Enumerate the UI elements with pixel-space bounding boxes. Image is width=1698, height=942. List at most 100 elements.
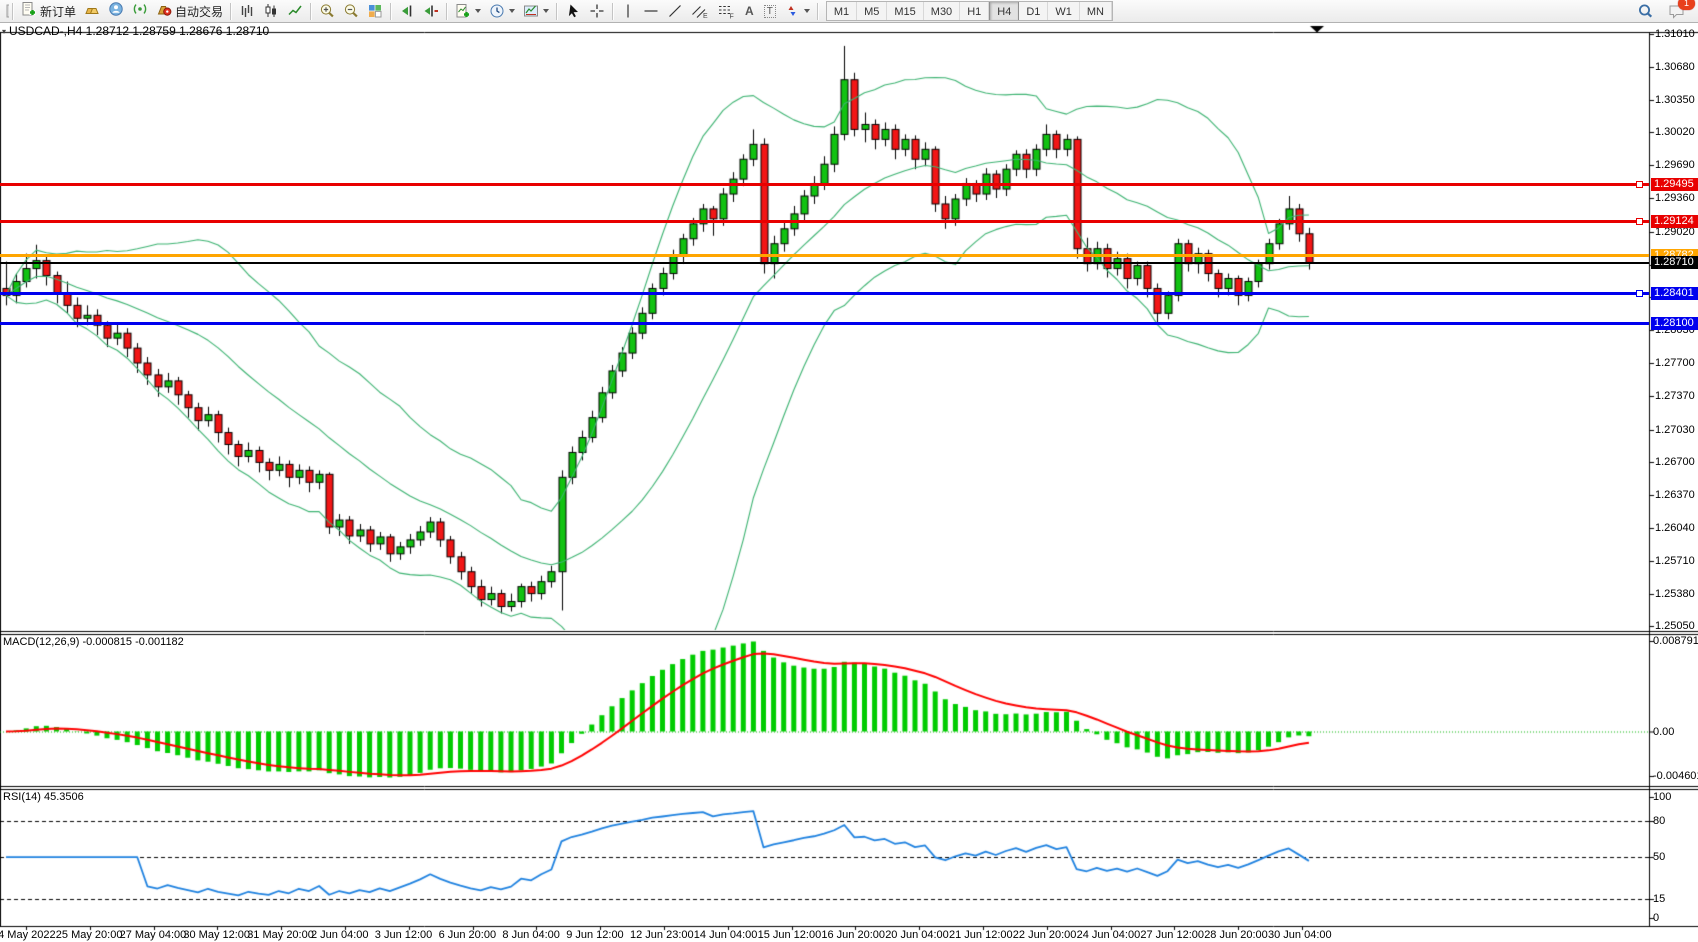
autotrading-label: 自动交易 — [175, 3, 223, 20]
time-axis-label: 6 Jun 20:00 — [439, 929, 497, 941]
auto-scroll-icon — [399, 3, 415, 19]
bar-chart-button[interactable] — [235, 0, 259, 22]
timeframe-H4[interactable]: H4 — [989, 2, 1019, 20]
trendline-tool[interactable] — [663, 0, 687, 22]
time-axis-label: 31 May 20:00 — [247, 929, 314, 941]
text-tool[interactable]: A — [739, 0, 760, 22]
time-axis-label: 20 Jun 04:00 — [885, 929, 949, 941]
equidistant-channel-icon: E — [691, 3, 709, 19]
price-level-badge: 1.28100 — [1651, 317, 1698, 330]
horizontal-line-tool[interactable] — [639, 0, 663, 22]
price-level-line-1.28710[interactable] — [0, 262, 1649, 264]
line-handle[interactable] — [1636, 218, 1643, 225]
crosshair-tool-button[interactable] — [585, 0, 609, 22]
channel-tool[interactable]: E — [687, 0, 713, 22]
separator — [446, 3, 448, 20]
time-axis-label: 22 Jun 20:00 — [1013, 929, 1077, 941]
svg-text:F: F — [730, 14, 734, 20]
zoom-in-button[interactable] — [315, 0, 339, 22]
vertical-line-icon — [621, 3, 635, 19]
search-icon — [1637, 3, 1654, 20]
price-level-line-1.29495[interactable] — [0, 183, 1649, 186]
timeframe-M15[interactable]: M15 — [887, 2, 923, 20]
notification-badge: 1 — [1678, 0, 1695, 10]
indicators-button[interactable] — [451, 0, 485, 22]
price-tick-label: 1.26370 — [1655, 489, 1695, 501]
indicators-icon — [455, 3, 471, 19]
separator — [12, 3, 14, 20]
price-tick-label: 1.25710 — [1655, 555, 1695, 567]
line-chart-button[interactable] — [283, 0, 307, 22]
timeframe-M1[interactable]: M1 — [827, 2, 857, 20]
line-chart-icon — [287, 3, 303, 19]
auto-scroll-button[interactable] — [395, 0, 419, 22]
periods-button[interactable] — [485, 0, 519, 22]
market-button[interactable] — [80, 0, 104, 22]
autotrading-button[interactable]: 自动交易 — [152, 0, 227, 22]
time-axis-label: 15 Jun 12:00 — [758, 929, 822, 941]
price-level-line-1.28401[interactable] — [0, 292, 1649, 295]
price-tick-label: 1.30680 — [1655, 61, 1695, 73]
notifications-button[interactable]: 1 — [1664, 0, 1690, 22]
chart-canvas[interactable] — [0, 0, 1698, 942]
time-axis-label: 16 Jun 20:00 — [821, 929, 885, 941]
zoom-out-button[interactable] — [339, 0, 363, 22]
price-tick-label: 1.25380 — [1655, 588, 1695, 600]
timeframe-MN[interactable]: MN — [1080, 2, 1112, 20]
signals-button[interactable] — [128, 0, 152, 22]
line-handle[interactable] — [1636, 290, 1643, 297]
line-handle[interactable] — [1636, 181, 1643, 188]
candlestick-chart-button[interactable] — [259, 0, 283, 22]
timeframe-D1[interactable]: D1 — [1019, 2, 1048, 20]
main-toolbar: 新订单 自动交易 E F A — [0, 0, 1698, 23]
time-axis-label: 24 May 2022 — [0, 929, 56, 941]
timeframe-W1[interactable]: W1 — [1048, 2, 1080, 20]
price-tick-label: 1.25050 — [1655, 620, 1695, 632]
community-button[interactable] — [104, 0, 128, 22]
signals-icon — [132, 1, 148, 22]
time-axis-label: 14 Jun 04:00 — [694, 929, 758, 941]
time-axis-label: 25 May 20:00 — [56, 929, 123, 941]
separator — [817, 3, 819, 20]
time-axis-label: 21 Jun 12:00 — [949, 929, 1013, 941]
price-level-line-1.28782[interactable] — [0, 254, 1649, 257]
chart-shift-button[interactable] — [419, 0, 443, 22]
time-axis-label: 12 Jun 23:00 — [630, 929, 694, 941]
price-level-badge: 1.29124 — [1651, 215, 1698, 228]
new-order-icon — [21, 1, 37, 22]
template-icon — [523, 3, 539, 19]
timeframe-M5[interactable]: M5 — [857, 2, 887, 20]
new-order-label: 新订单 — [40, 3, 76, 20]
timeframe-H1[interactable]: H1 — [960, 2, 989, 20]
vertical-line-tool[interactable] — [617, 0, 639, 22]
gold-market-icon — [84, 1, 100, 22]
price-tick-label: 1.31010 — [1655, 28, 1695, 40]
price-level-line-1.29124[interactable] — [0, 220, 1649, 223]
cursor-icon — [565, 3, 581, 19]
macd-indicator-label: MACD(12,26,9) -0.000815 -0.001182 — [3, 636, 184, 648]
new-order-button[interactable]: 新订单 — [17, 0, 80, 22]
chevron-down-icon — [509, 9, 515, 13]
rsi-tick-label: 15 — [1653, 893, 1665, 905]
search-button[interactable] — [1633, 0, 1658, 22]
price-level-line-1.28100[interactable] — [0, 322, 1649, 325]
timeframe-M30[interactable]: M30 — [924, 2, 960, 20]
time-axis-label: 30 May 12:00 — [183, 929, 250, 941]
fibonacci-tool[interactable]: F — [713, 0, 739, 22]
text-label-tool[interactable]: T — [760, 0, 780, 22]
time-axis-label: 2 Jun 04:00 — [311, 929, 369, 941]
macd-tick-label: 0.008791 — [1653, 635, 1698, 647]
macd-tick-label: -0.004601 — [1653, 770, 1698, 782]
time-axis-label: 3 Jun 12:00 — [375, 929, 433, 941]
price-tick-label: 1.27370 — [1655, 390, 1695, 402]
price-tick-label: 1.30020 — [1655, 126, 1695, 138]
templates-button[interactable] — [519, 0, 553, 22]
cursor-tool-button[interactable] — [561, 0, 585, 22]
trendline-icon — [667, 3, 683, 19]
tile-windows-button[interactable] — [363, 0, 387, 22]
chart-context-icon[interactable]: ▾ — [2, 27, 6, 36]
rsi-tick-label: 50 — [1653, 851, 1665, 863]
price-tick-label: 1.30350 — [1655, 94, 1695, 106]
arrows-tool[interactable] — [780, 0, 814, 22]
rsi-tick-label: 80 — [1653, 815, 1665, 827]
